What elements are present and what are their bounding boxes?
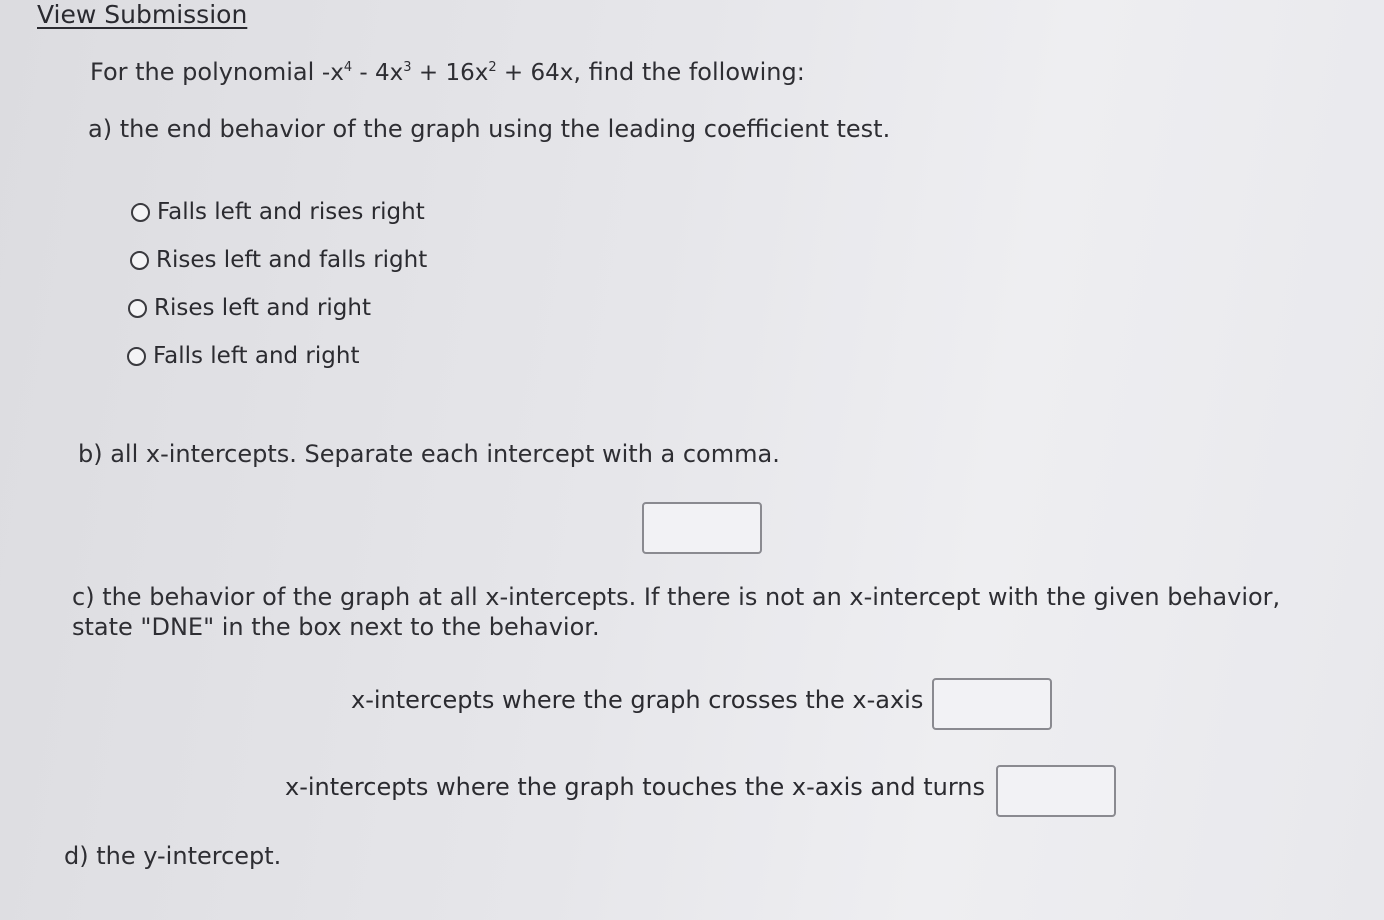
option-label: Rises left and falls right (156, 247, 428, 273)
radio-button[interactable] (130, 250, 149, 270)
x-intercepts-input[interactable] (642, 502, 762, 554)
radio-button[interactable] (128, 298, 147, 318)
option-label: Falls left and right (153, 343, 360, 369)
touches-x-axis-input[interactable] (996, 765, 1116, 817)
part-b-prompt: b) all x-intercepts. Separate each inter… (78, 440, 780, 468)
view-submission-link[interactable]: View Submission (37, 0, 247, 29)
poly-exponent-3: 2 (488, 60, 497, 75)
poly-exponent-2: 3 (403, 60, 412, 75)
radio-button[interactable] (127, 346, 146, 366)
part-c-prompt-line2: state "DNE" in the box next to the behav… (72, 613, 600, 641)
crosses-x-axis-input[interactable] (932, 678, 1052, 730)
option-label: Rises left and right (154, 295, 371, 321)
part-a-prompt: a) the end behavior of the graph using t… (88, 115, 891, 143)
poly-term-3: + 16x (411, 60, 489, 86)
radio-button[interactable] (131, 202, 150, 222)
option-rises-left-and-right[interactable]: Rises left and right (128, 295, 371, 321)
part-d-prompt: d) the y-intercept. (64, 842, 282, 870)
poly-exponent-1: 4 (343, 60, 353, 75)
touches-x-axis-label: x-intercepts where the graph touches the… (285, 773, 985, 801)
poly-term-2: - 4x (352, 60, 404, 86)
polynomial-expression: -x4 - 4x3 + 16x2 + 64x (322, 60, 574, 86)
problem-statement: For the polynomial -x4 - 4x3 + 16x2 + 64… (90, 58, 805, 86)
part-c-prompt-line1: c) the behavior of the graph at all x-in… (72, 583, 1281, 611)
poly-term-1: -x (321, 60, 344, 86)
option-falls-left-rises-right[interactable]: Falls left and rises right (131, 199, 425, 225)
option-rises-left-falls-right[interactable]: Rises left and falls right (130, 247, 427, 273)
option-falls-left-and-right[interactable]: Falls left and right (127, 343, 359, 369)
problem-intro-prefix: For the polynomial (90, 58, 322, 86)
crosses-x-axis-label: x-intercepts where the graph crosses the… (351, 686, 924, 714)
option-label: Falls left and rises right (157, 199, 425, 225)
poly-term-4: + 64x (496, 60, 574, 86)
problem-intro-suffix: , find the following: (573, 58, 805, 86)
